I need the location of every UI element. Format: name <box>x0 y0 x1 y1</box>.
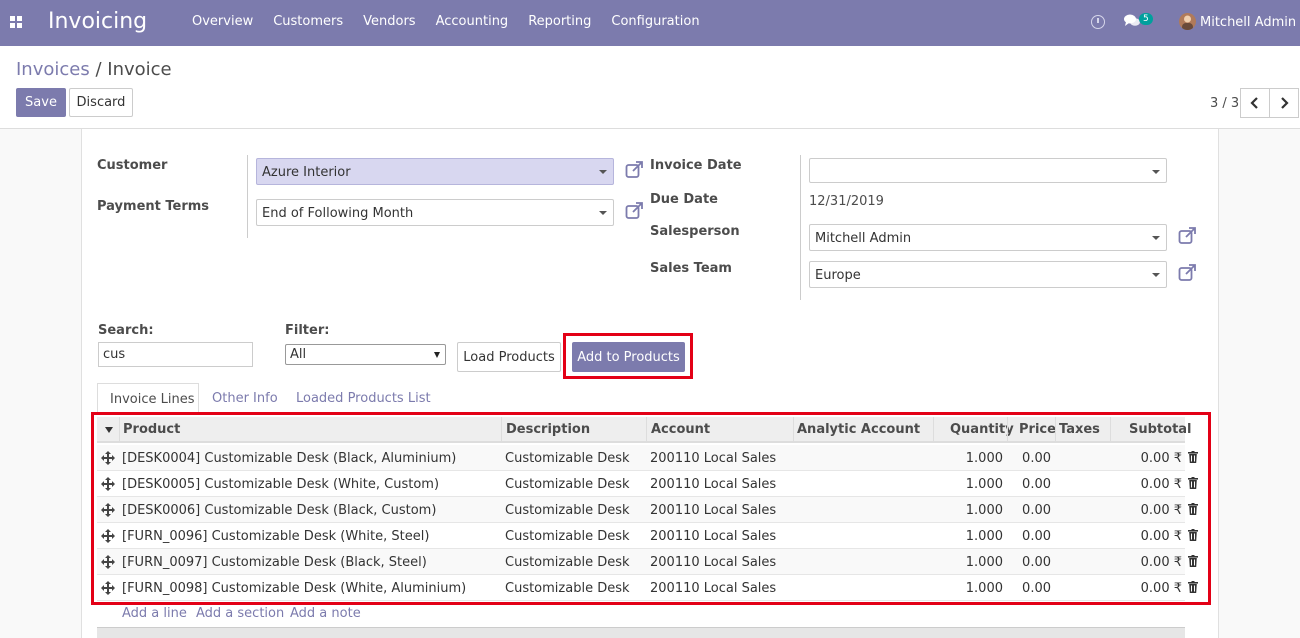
chevron-right-icon <box>1281 97 1289 109</box>
chat-count-badge: 5 <box>1139 13 1153 25</box>
tab-other-info[interactable]: Other Info <box>200 383 290 413</box>
customer-select[interactable]: Azure Interior <box>256 158 614 185</box>
payment-terms-label: Payment Terms <box>97 199 210 214</box>
due-date-value[interactable]: 12/31/2019 <box>809 194 884 209</box>
filter-label: Filter: <box>285 323 330 338</box>
avatar[interactable] <box>1179 13 1196 30</box>
menu-reporting[interactable]: Reporting <box>518 14 601 29</box>
user-name[interactable]: Mitchell Admin <box>1200 15 1296 30</box>
discard-button[interactable]: Discard <box>69 88 133 117</box>
external-link-icon[interactable] <box>1178 264 1198 282</box>
pager-next-button[interactable] <box>1269 88 1299 118</box>
payment-terms-select[interactable]: End of Following Month <box>256 199 614 226</box>
salesperson-select[interactable]: Mitchell Admin <box>809 224 1167 251</box>
chevron-left-icon <box>1250 97 1258 109</box>
pager-previous-button[interactable] <box>1240 88 1270 118</box>
load-products-button[interactable]: Load Products <box>457 342 561 372</box>
menu-configuration[interactable]: Configuration <box>601 14 709 29</box>
top-navbar: Invoicing Overview Customers Vendors Acc… <box>0 0 1300 46</box>
external-link-icon[interactable] <box>1178 227 1198 245</box>
search-input[interactable] <box>98 342 253 367</box>
due-date-label: Due Date <box>650 192 718 207</box>
filter-select[interactable]: All <box>285 344 446 365</box>
breadcrumb: Invoices / Invoice <box>16 59 172 80</box>
tab-invoice-lines[interactable]: Invoice Lines <box>97 383 199 413</box>
clock-icon[interactable] <box>1091 15 1105 29</box>
right-group-divider <box>800 155 801 300</box>
menu-accounting[interactable]: Accounting <box>426 14 519 29</box>
menu-overview[interactable]: Overview <box>182 14 263 29</box>
add-section-link[interactable]: Add a section <box>196 606 284 621</box>
customer-label: Customer <box>97 158 168 173</box>
tab-loaded-products-list[interactable]: Loaded Products List <box>284 383 443 413</box>
sales-team-value: Europe <box>815 268 861 283</box>
breadcrumb-current: Invoice <box>107 59 172 80</box>
apps-grid-icon[interactable] <box>10 16 23 29</box>
invoice-date-label: Invoice Date <box>650 158 742 173</box>
table-footer <box>97 627 1185 638</box>
filter-value: All <box>290 347 307 362</box>
add-note-link[interactable]: Add a note <box>290 606 361 621</box>
invoice-date-select[interactable] <box>809 158 1167 183</box>
pager-value[interactable]: 3 / 3 <box>1210 96 1239 111</box>
payment-terms-value: End of Following Month <box>262 206 414 221</box>
breadcrumb-separator: / <box>95 59 102 80</box>
add-line-link[interactable]: Add a line <box>122 606 187 621</box>
customer-value: Azure Interior <box>262 165 351 180</box>
salesperson-label: Salesperson <box>650 224 740 239</box>
highlight-invoice-lines <box>91 412 1211 605</box>
chat-icon[interactable] <box>1124 14 1140 28</box>
app-title[interactable]: Invoicing <box>48 9 147 34</box>
salesperson-value: Mitchell Admin <box>815 231 912 246</box>
save-button[interactable]: Save <box>16 88 66 117</box>
external-link-icon[interactable] <box>625 202 645 220</box>
highlight-add-button <box>563 333 693 379</box>
external-link-icon[interactable] <box>625 161 645 179</box>
sales-team-label: Sales Team <box>650 261 732 276</box>
control-panel: Invoices / Invoice Save Discard 3 / 3 <box>0 46 1300 129</box>
menu-vendors[interactable]: Vendors <box>353 14 425 29</box>
left-group-divider <box>247 155 248 238</box>
search-label: Search: <box>98 323 154 338</box>
sales-team-select[interactable]: Europe <box>809 261 1167 288</box>
main-menu: Overview Customers Vendors Accounting Re… <box>182 14 710 29</box>
menu-customers[interactable]: Customers <box>263 14 353 29</box>
breadcrumb-invoices[interactable]: Invoices <box>16 59 90 80</box>
